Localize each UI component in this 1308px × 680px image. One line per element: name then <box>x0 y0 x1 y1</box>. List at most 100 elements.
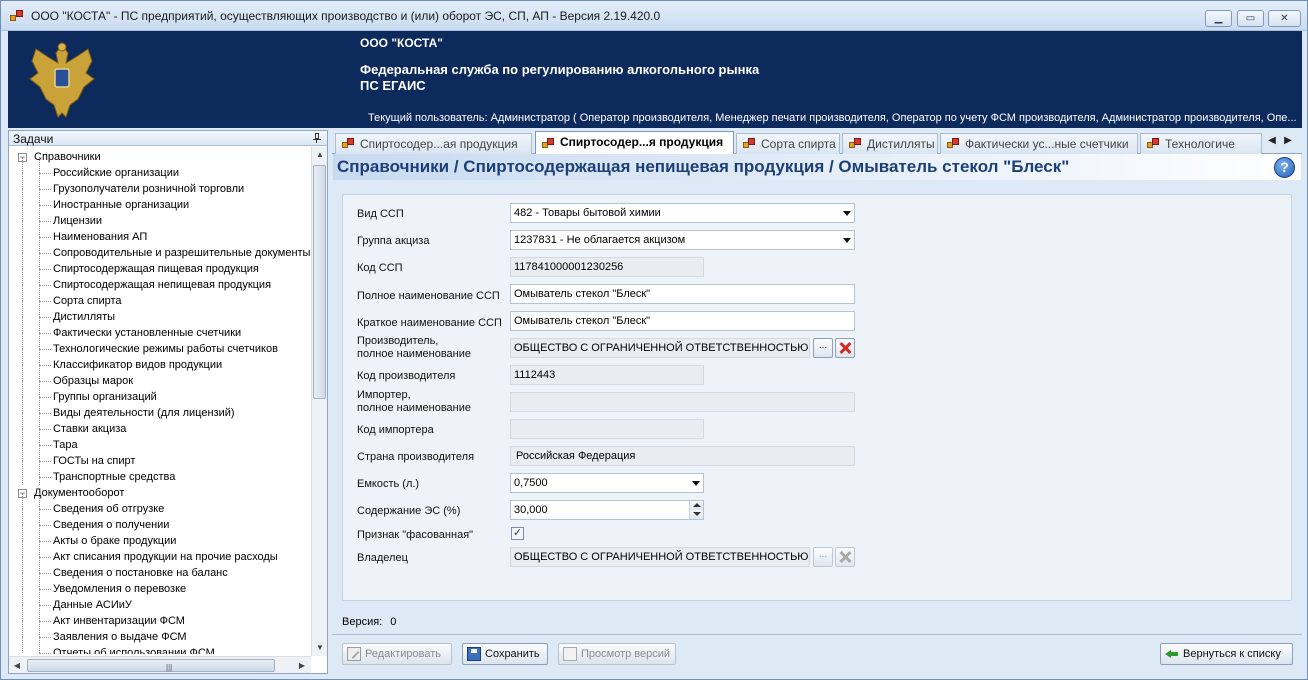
save-button-label: Сохранить <box>485 648 540 660</box>
minimize-button[interactable]: ▁ <box>1205 10 1232 27</box>
es-content-stepper[interactable]: 30,000 <box>510 500 704 520</box>
tree-item[interactable]: Образцы марок <box>9 365 311 389</box>
producer-clear-button[interactable] <box>835 338 855 358</box>
tree-item-label: ГОСТы на спирт <box>53 455 136 467</box>
tree-item-label: Спиртосодержащая непищевая продукция <box>53 279 272 291</box>
tree-item[interactable]: Транспортные средства <box>9 461 311 485</box>
header-agency: Федеральная служба по регулированию алко… <box>360 62 760 77</box>
tab-next-icon[interactable]: ▶ <box>1282 133 1294 149</box>
tree-item[interactable]: Отчеты об использовании ФСМ <box>9 637 311 654</box>
tree-item[interactable]: Грузополучатели розничной торговли <box>9 173 311 197</box>
tab-tech-modes[interactable]: Технологиче <box>1140 133 1262 154</box>
owner-label: Владелец <box>357 552 408 564</box>
document-tabs: Спиртосодер...ая продукция Спиртосодер..… <box>332 130 1302 155</box>
tree-item[interactable]: Ставки акциза <box>9 413 311 437</box>
tree-item[interactable]: Наименования АП <box>9 221 311 245</box>
help-icon[interactable]: ? <box>1274 157 1295 178</box>
tree-item-label: Акт списания продукции на прочие расходы <box>53 551 278 563</box>
save-icon <box>467 647 481 661</box>
importer-field <box>510 392 855 412</box>
owner-browse-button[interactable]: ... <box>813 547 833 567</box>
vid-ssp-select[interactable]: 482 - Товары бытовой химии <box>510 203 855 223</box>
tree-item-label: Образцы марок <box>53 375 134 387</box>
tab-distillates[interactable]: Дистилляты <box>842 133 938 154</box>
tree-item[interactable]: Технологические режимы работы счетчиков <box>9 333 311 357</box>
close-button[interactable]: ✕ <box>1268 10 1301 27</box>
scroll-thumb[interactable] <box>313 165 326 399</box>
pin-icon[interactable] <box>313 133 321 143</box>
tree-item[interactable]: Российские организации <box>9 157 311 181</box>
country-field: Российская Федерация <box>510 446 855 466</box>
tree-item-label: Дистилляты <box>53 311 116 323</box>
tree-item[interactable]: Акт инвентаризации ФСМ <box>9 605 311 629</box>
scroll-left-icon[interactable]: ◀ <box>9 657 25 674</box>
tree-item[interactable]: Акты о браке продукции <box>9 525 311 549</box>
tree-item-label: Спиртосодержащая пищевая продукция <box>53 263 259 275</box>
edit-button[interactable]: Редактировать <box>342 643 452 665</box>
tree-item[interactable]: Группы организаций <box>9 381 311 405</box>
tree-item[interactable]: Классификатор видов продукции <box>9 349 311 373</box>
owner-clear-button[interactable] <box>835 547 855 567</box>
tab-counters[interactable]: Фактически ус...ные счетчики <box>940 133 1138 154</box>
tree-item[interactable]: Иностранные организации <box>9 189 311 213</box>
tab-nonfood-products[interactable]: Спиртосодер...я продукция <box>535 131 734 155</box>
content-area: Спиртосодер...ая продукция Спиртосодер..… <box>332 130 1302 674</box>
tree-horizontal-scrollbar[interactable]: ◀ ||| ▶ <box>9 656 311 673</box>
tree-item[interactable]: Дистилляты <box>9 301 311 325</box>
tree-item-label: Данные АСИиУ <box>53 599 132 611</box>
owner-field: ОБЩЕСТВО С ОГРАНИЧЕННОЙ ОТВЕТСТВЕННОСТЬЮ… <box>510 547 810 567</box>
hscroll-thumb[interactable]: ||| <box>27 659 275 672</box>
scroll-right-icon[interactable]: ▶ <box>294 657 310 674</box>
back-to-list-button[interactable]: Вернуться к списку <box>1160 643 1293 665</box>
tree-line <box>39 637 40 654</box>
tab-food-products[interactable]: Спиртосодер...ая продукция <box>335 133 532 154</box>
header-system: ПС ЕГАИС <box>360 78 426 93</box>
maximize-button[interactable]: ▭ <box>1237 10 1264 27</box>
tree-item[interactable]: Акт списания продукции на прочие расходы <box>9 541 311 565</box>
tree-item[interactable]: Виды деятельности (для лицензий) <box>9 397 311 421</box>
importer-code-label: Код импортера <box>357 424 434 436</box>
tree-item[interactable]: Сведения об отгрузке <box>9 493 311 517</box>
tab-prev-icon[interactable]: ◀ <box>1266 133 1278 149</box>
tree-item[interactable]: Сведения о постановке на баланс <box>9 557 311 581</box>
tree-item[interactable]: Сведения о получении <box>9 509 311 533</box>
tree-item[interactable]: Лицензии <box>9 205 311 229</box>
tree-group[interactable]: − Справочники <box>9 149 311 165</box>
spin-down-icon[interactable] <box>689 510 703 519</box>
tree-group[interactable]: − Документооборот <box>9 485 311 501</box>
tree-vertical-scrollbar[interactable]: ▲ ▼ <box>311 147 327 656</box>
tree-item-label: Ставки акциза <box>53 423 127 435</box>
producer-browse-button[interactable]: ... <box>813 338 833 358</box>
tree-item[interactable]: Спиртосодержащая пищевая продукция <box>9 253 311 277</box>
capacity-select[interactable]: 0,7500 <box>510 473 704 493</box>
packaged-checkbox[interactable]: ✓ <box>511 527 524 540</box>
tree-item[interactable]: Сорта спирта <box>9 285 311 309</box>
short-name-input[interactable]: Омыватель стекол "Блеск" <box>510 311 855 331</box>
spin-up-icon[interactable] <box>689 501 703 510</box>
scroll-down-icon[interactable]: ▼ <box>312 640 328 656</box>
vid-ssp-label: Вид ССП <box>357 208 404 220</box>
tree-item-label: Сведения о получении <box>53 519 170 531</box>
tree-item[interactable]: Спиртосодержащая непищевая продукция <box>9 269 311 293</box>
full-name-input[interactable]: Омыватель стекол "Блеск" <box>510 284 855 304</box>
tree-item[interactable]: Фактически установленные счетчики <box>9 317 311 341</box>
tree-item[interactable]: Данные АСИиУ <box>9 589 311 613</box>
tree-item[interactable]: Сопроводительные и разрешительные докуме… <box>9 237 311 261</box>
tree-item[interactable]: ГОСТы на спирт <box>9 445 311 469</box>
view-versions-button[interactable]: Просмотр версий <box>558 643 676 665</box>
tree-line <box>39 237 51 238</box>
save-button[interactable]: Сохранить <box>462 643 548 665</box>
tree-item-label: Транспортные средства <box>53 471 176 483</box>
scroll-up-icon[interactable]: ▲ <box>312 147 328 163</box>
tree-item-label: Российские организации <box>53 167 179 179</box>
version-label: Версия: <box>342 616 383 628</box>
tree-line <box>39 173 51 174</box>
tree-item[interactable]: Тара <box>9 429 311 453</box>
tab-icon <box>947 138 960 150</box>
tree-item-label: Иностранные организации <box>53 199 190 211</box>
tree-item[interactable]: Уведомления о перевозке <box>9 573 311 597</box>
excise-group-select[interactable]: 1237831 - Не облагается акцизом <box>510 230 855 250</box>
chevron-down-icon <box>843 238 851 243</box>
tab-spirit-grades[interactable]: Сорта спирта <box>736 133 840 154</box>
tree-item[interactable]: Заявления о выдаче ФСМ <box>9 621 311 645</box>
